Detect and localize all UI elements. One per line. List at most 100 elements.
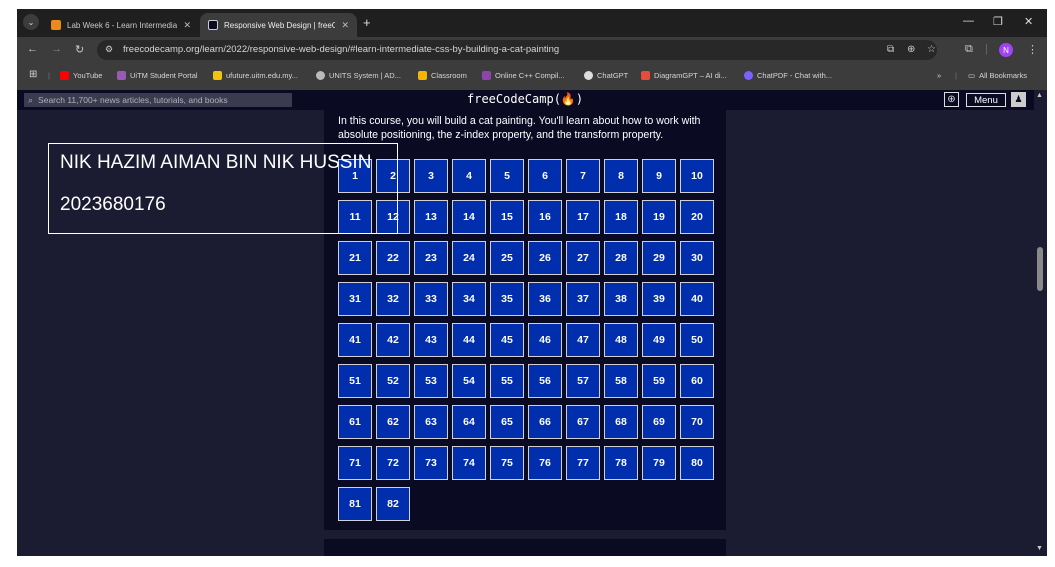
- restore-icon[interactable]: ❐: [993, 15, 1003, 28]
- step-button[interactable]: 21: [338, 241, 372, 275]
- step-button[interactable]: 13: [414, 200, 448, 234]
- step-button[interactable]: 64: [452, 405, 486, 439]
- site-info-icon[interactable]: ⚙: [105, 44, 113, 55]
- close-window-icon[interactable]: ✕: [1024, 15, 1033, 28]
- step-button[interactable]: 15: [490, 200, 524, 234]
- step-button[interactable]: 70: [680, 405, 714, 439]
- new-tab-button[interactable]: +: [363, 15, 371, 30]
- step-button[interactable]: 38: [604, 282, 638, 316]
- step-button[interactable]: 41: [338, 323, 372, 357]
- step-button[interactable]: 53: [414, 364, 448, 398]
- user-avatar-icon[interactable]: ♟: [1011, 92, 1026, 107]
- step-button[interactable]: 16: [528, 200, 562, 234]
- bookmark-diagramgpt[interactable]: DiagramGPT – AI di...: [641, 71, 727, 80]
- tab-responsive-web-design[interactable]: Responsive Web Design | freeC ✕: [200, 13, 357, 37]
- step-button[interactable]: 57: [566, 364, 600, 398]
- more-menu-icon[interactable]: ⋮: [1027, 43, 1038, 56]
- bookmark-youtube[interactable]: YouTube: [60, 71, 102, 80]
- step-button[interactable]: 72: [376, 446, 410, 480]
- tab-lab-week-6[interactable]: Lab Week 6 - Learn Intermediat ✕: [43, 13, 199, 37]
- step-button[interactable]: 78: [604, 446, 638, 480]
- step-button[interactable]: 7: [566, 159, 600, 193]
- language-globe-icon[interactable]: ⊕: [944, 92, 959, 107]
- profile-avatar[interactable]: N: [999, 43, 1013, 57]
- step-button[interactable]: 67: [566, 405, 600, 439]
- step-button[interactable]: 71: [338, 446, 372, 480]
- step-button[interactable]: 28: [604, 241, 638, 275]
- step-button[interactable]: 65: [490, 405, 524, 439]
- step-button[interactable]: 35: [490, 282, 524, 316]
- fcc-logo[interactable]: freeCodeCamp(🔥): [467, 92, 583, 106]
- step-button[interactable]: 76: [528, 446, 562, 480]
- step-button[interactable]: 49: [642, 323, 676, 357]
- step-button[interactable]: 47: [566, 323, 600, 357]
- step-button[interactable]: 59: [642, 364, 676, 398]
- close-tab-icon[interactable]: ✕: [341, 20, 349, 31]
- step-button[interactable]: 25: [490, 241, 524, 275]
- step-button[interactable]: 66: [528, 405, 562, 439]
- cast-icon[interactable]: ⧉: [887, 44, 894, 55]
- step-button[interactable]: 24: [452, 241, 486, 275]
- step-button[interactable]: 48: [604, 323, 638, 357]
- step-button[interactable]: 5: [490, 159, 524, 193]
- step-button[interactable]: 30: [680, 241, 714, 275]
- step-button[interactable]: 56: [528, 364, 562, 398]
- step-button[interactable]: 20: [680, 200, 714, 234]
- more-bookmarks-icon[interactable]: »: [937, 71, 941, 80]
- step-button[interactable]: 54: [452, 364, 486, 398]
- step-button[interactable]: 45: [490, 323, 524, 357]
- step-button[interactable]: 9: [642, 159, 676, 193]
- step-button[interactable]: 10: [680, 159, 714, 193]
- scrollbar-thumb[interactable]: [1037, 247, 1043, 291]
- step-button[interactable]: 69: [642, 405, 676, 439]
- forward-icon[interactable]: →: [51, 43, 62, 55]
- step-button[interactable]: 23: [414, 241, 448, 275]
- step-button[interactable]: 34: [452, 282, 486, 316]
- menu-button[interactable]: Menu: [966, 93, 1006, 107]
- step-button[interactable]: 32: [376, 282, 410, 316]
- step-button[interactable]: 42: [376, 323, 410, 357]
- minimize-icon[interactable]: —: [963, 15, 974, 27]
- close-tab-icon[interactable]: ✕: [183, 20, 191, 31]
- step-button[interactable]: 4: [452, 159, 486, 193]
- step-button[interactable]: 37: [566, 282, 600, 316]
- all-bookmarks[interactable]: ▭ All Bookmarks: [968, 71, 1027, 80]
- step-button[interactable]: 44: [452, 323, 486, 357]
- step-button[interactable]: 73: [414, 446, 448, 480]
- bookmark-star-icon[interactable]: ☆: [927, 44, 936, 55]
- step-button[interactable]: 50: [680, 323, 714, 357]
- step-button[interactable]: 61: [338, 405, 372, 439]
- step-button[interactable]: 55: [490, 364, 524, 398]
- step-button[interactable]: 80: [680, 446, 714, 480]
- step-button[interactable]: 3: [414, 159, 448, 193]
- step-button[interactable]: 58: [604, 364, 638, 398]
- search-input[interactable]: ⌕ Search 11,700+ news articles, tutorial…: [24, 93, 292, 107]
- step-button[interactable]: 82: [376, 487, 410, 521]
- step-button[interactable]: 68: [604, 405, 638, 439]
- step-button[interactable]: 14: [452, 200, 486, 234]
- step-button[interactable]: 33: [414, 282, 448, 316]
- tab-search-button[interactable]: ⌄: [23, 14, 39, 30]
- reload-icon[interactable]: ↻: [75, 43, 84, 56]
- url-text[interactable]: freecodecamp.org/learn/2022/responsive-w…: [123, 44, 559, 55]
- back-icon[interactable]: ←: [27, 43, 38, 55]
- step-button[interactable]: 79: [642, 446, 676, 480]
- step-button[interactable]: 81: [338, 487, 372, 521]
- step-button[interactable]: 27: [566, 241, 600, 275]
- bookmark-units[interactable]: UNITS System | AD...: [316, 71, 401, 80]
- step-button[interactable]: 8: [604, 159, 638, 193]
- step-button[interactable]: 36: [528, 282, 562, 316]
- step-button[interactable]: 51: [338, 364, 372, 398]
- step-button[interactable]: 31: [338, 282, 372, 316]
- step-button[interactable]: 74: [452, 446, 486, 480]
- step-button[interactable]: 46: [528, 323, 562, 357]
- step-button[interactable]: 60: [680, 364, 714, 398]
- bookmark-cpp-compiler[interactable]: Online C++ Compil...: [482, 71, 565, 80]
- step-button[interactable]: 40: [680, 282, 714, 316]
- step-button[interactable]: 26: [528, 241, 562, 275]
- bookmark-classroom[interactable]: Classroom: [418, 71, 467, 80]
- step-button[interactable]: 43: [414, 323, 448, 357]
- step-button[interactable]: 17: [566, 200, 600, 234]
- bookmark-chatpdf[interactable]: ChatPDF - Chat with...: [744, 71, 832, 80]
- page-scrollbar[interactable]: [1034, 90, 1047, 556]
